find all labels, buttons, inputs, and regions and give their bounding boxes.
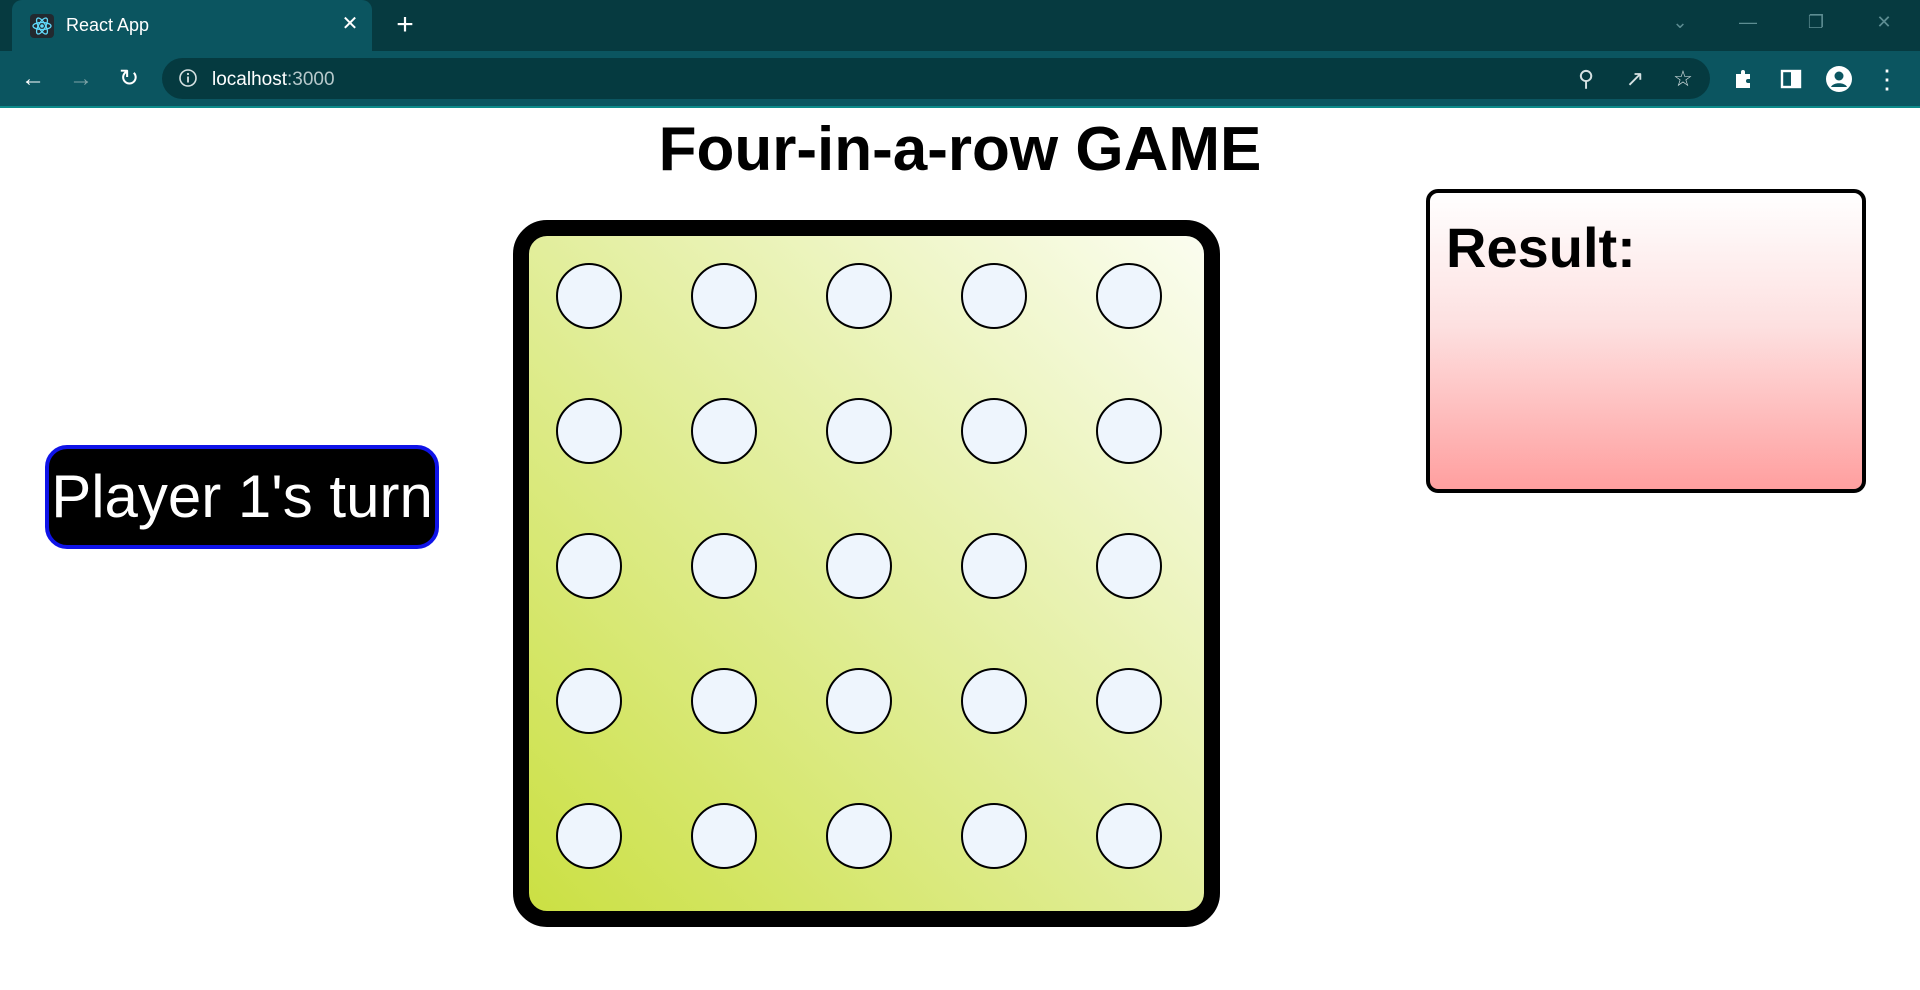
browser-toolbar: ← → ↻ localhost:3000 ⚲ ↗ ☆ ⋮ (0, 51, 1920, 108)
board-cell-r1-c1[interactable] (556, 263, 622, 329)
restore-icon[interactable]: ❐ (1796, 8, 1836, 36)
forward-icon[interactable]: → (66, 64, 96, 94)
board-cell-r1-c5[interactable] (1096, 263, 1162, 329)
board-cell-r3-c2[interactable] (691, 533, 757, 599)
board-cell-r2-c3[interactable] (826, 398, 892, 464)
back-icon[interactable]: ← (18, 64, 48, 94)
browser-tab[interactable]: React App ✕ (12, 0, 372, 51)
url-text[interactable]: localhost:3000 (212, 69, 335, 91)
board-cell-r5-c4[interactable] (961, 803, 1027, 869)
board-cell-r4-c5[interactable] (1096, 668, 1162, 734)
title-text: Four-in-a-row GAME (658, 115, 1262, 184)
puzzle-icon[interactable] (1728, 64, 1758, 94)
zoom-out-icon[interactable]: ⚲ (1573, 66, 1599, 92)
address-bar[interactable]: localhost:3000 ⚲ ↗ ☆ (162, 58, 1710, 99)
minimize-icon[interactable]: — (1728, 8, 1768, 36)
board-cell-r3-c5[interactable] (1096, 533, 1162, 599)
page-title: Four-in-a-row GAME (0, 114, 1920, 185)
star-icon[interactable]: ☆ (1670, 66, 1696, 92)
board-cell-r3-c4[interactable] (961, 533, 1027, 599)
board-cell-r5-c3[interactable] (826, 803, 892, 869)
board-cell-r5-c5[interactable] (1096, 803, 1162, 869)
share-icon[interactable]: ↗ (1622, 66, 1648, 92)
new-tab-button[interactable]: + (390, 10, 420, 40)
board-cell-r3-c1[interactable] (556, 533, 622, 599)
result-panel: Result: (1426, 189, 1866, 493)
board-cell-r2-c2[interactable] (691, 398, 757, 464)
tab-close-icon[interactable]: ✕ (338, 12, 362, 36)
board-cell-r3-c3[interactable] (826, 533, 892, 599)
side-panel-icon[interactable] (1776, 64, 1806, 94)
browser-titlebar: React App ✕ + ⌄ — ❐ ✕ (0, 0, 1920, 51)
profile-icon[interactable] (1824, 64, 1854, 94)
board-cell-r1-c3[interactable] (826, 263, 892, 329)
kebab-menu-icon[interactable]: ⋮ (1872, 64, 1902, 94)
game-board (513, 220, 1220, 927)
board-cell-r4-c3[interactable] (826, 668, 892, 734)
tab-title: React App (66, 15, 150, 35)
react-logo-icon (30, 14, 54, 38)
turn-indicator: Player 1's turn (45, 445, 439, 549)
board-cell-r4-c1[interactable] (556, 668, 622, 734)
board-cell-r4-c4[interactable] (961, 668, 1027, 734)
board-cell-r4-c2[interactable] (691, 668, 757, 734)
result-label: Result: (1446, 216, 1636, 279)
board-cell-r2-c1[interactable] (556, 398, 622, 464)
board-cell-r2-c5[interactable] (1096, 398, 1162, 464)
board-cell-r2-c4[interactable] (961, 398, 1027, 464)
board-cell-r1-c2[interactable] (691, 263, 757, 329)
reload-icon[interactable]: ↻ (114, 64, 144, 94)
board-cell-r5-c1[interactable] (556, 803, 622, 869)
info-icon[interactable] (178, 68, 198, 88)
close-window-icon[interactable]: ✕ (1864, 8, 1904, 36)
board-cell-r1-c4[interactable] (961, 263, 1027, 329)
tab-search-chevron-icon[interactable]: ⌄ (1660, 8, 1700, 36)
board-cell-r5-c2[interactable] (691, 803, 757, 869)
